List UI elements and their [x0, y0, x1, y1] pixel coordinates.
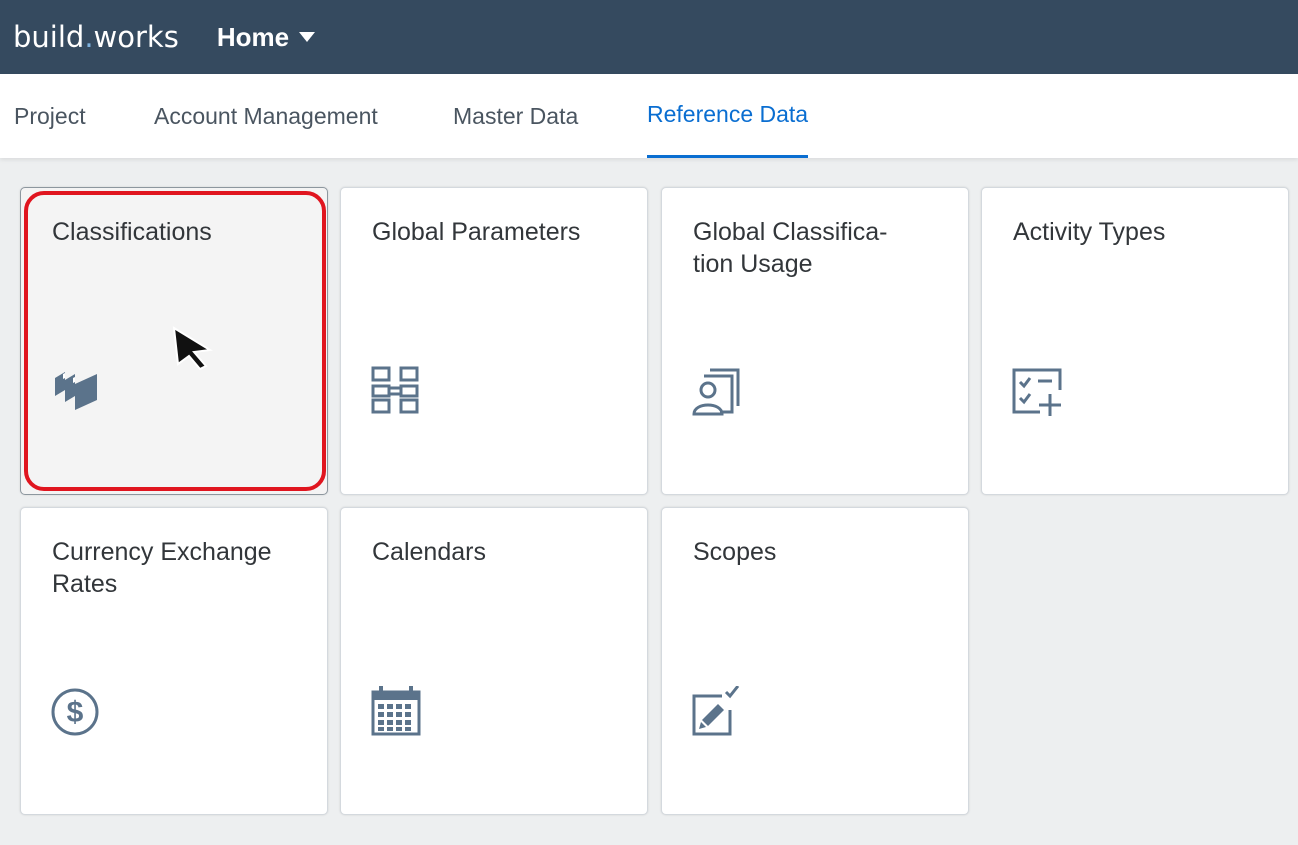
tab-project[interactable]: Project [14, 74, 86, 158]
tab-master-data[interactable]: Master Data [453, 74, 578, 158]
dollar-icon: $ [51, 688, 99, 736]
svg-text:$: $ [67, 696, 84, 729]
layers-icon [55, 372, 97, 410]
tab-reference-data[interactable]: Reference Data [647, 74, 809, 158]
tile-calendars[interactable]: Calendars [340, 507, 648, 815]
tile-activity-types[interactable]: Activity Types [981, 187, 1289, 495]
parameters-icon [371, 366, 419, 414]
tile-title-text: Global Classifica- tion Usage [693, 218, 888, 278]
tile-title: Global Parameters [372, 218, 581, 246]
user-documents-icon [692, 368, 740, 416]
logo-text-works: works [93, 19, 179, 54]
tile-title: Currency Exchange Rates [52, 538, 272, 598]
tab-account-management[interactable]: Account Management [154, 74, 378, 158]
checklist-add-icon [1012, 368, 1062, 416]
mouse-pointer-icon [172, 326, 213, 370]
tile-scopes[interactable]: Scopes [661, 507, 969, 815]
calendar-icon [371, 686, 421, 736]
home-menu-button[interactable]: Home [216, 21, 316, 53]
tile-global-parameters[interactable]: Global Parameters [340, 187, 648, 495]
logo-text-build: build [13, 19, 85, 54]
tile-title: Calendars [372, 538, 486, 566]
shell-bar: build.works Home [0, 0, 1298, 74]
logo-text-dot: . [84, 19, 94, 54]
edit-document-icon [692, 686, 740, 736]
tile-title: Global Classifica- tion Usage [693, 216, 943, 280]
tile-title: Activity Types [1013, 218, 1166, 246]
tile-title: Scopes [693, 538, 777, 566]
tile-global-classification-usage[interactable]: Global Classifica- tion Usage [661, 187, 969, 495]
chevron-down-icon [299, 32, 316, 42]
home-menu-label: Home [216, 21, 290, 52]
tile-currency-exchange-rates[interactable]: Currency Exchange Rates $ [20, 507, 328, 815]
tile-title: Classifications [52, 218, 212, 246]
app-logo[interactable]: build.works [13, 19, 179, 54]
tab-bar: Project Account Management Master Data R… [0, 74, 1298, 158]
